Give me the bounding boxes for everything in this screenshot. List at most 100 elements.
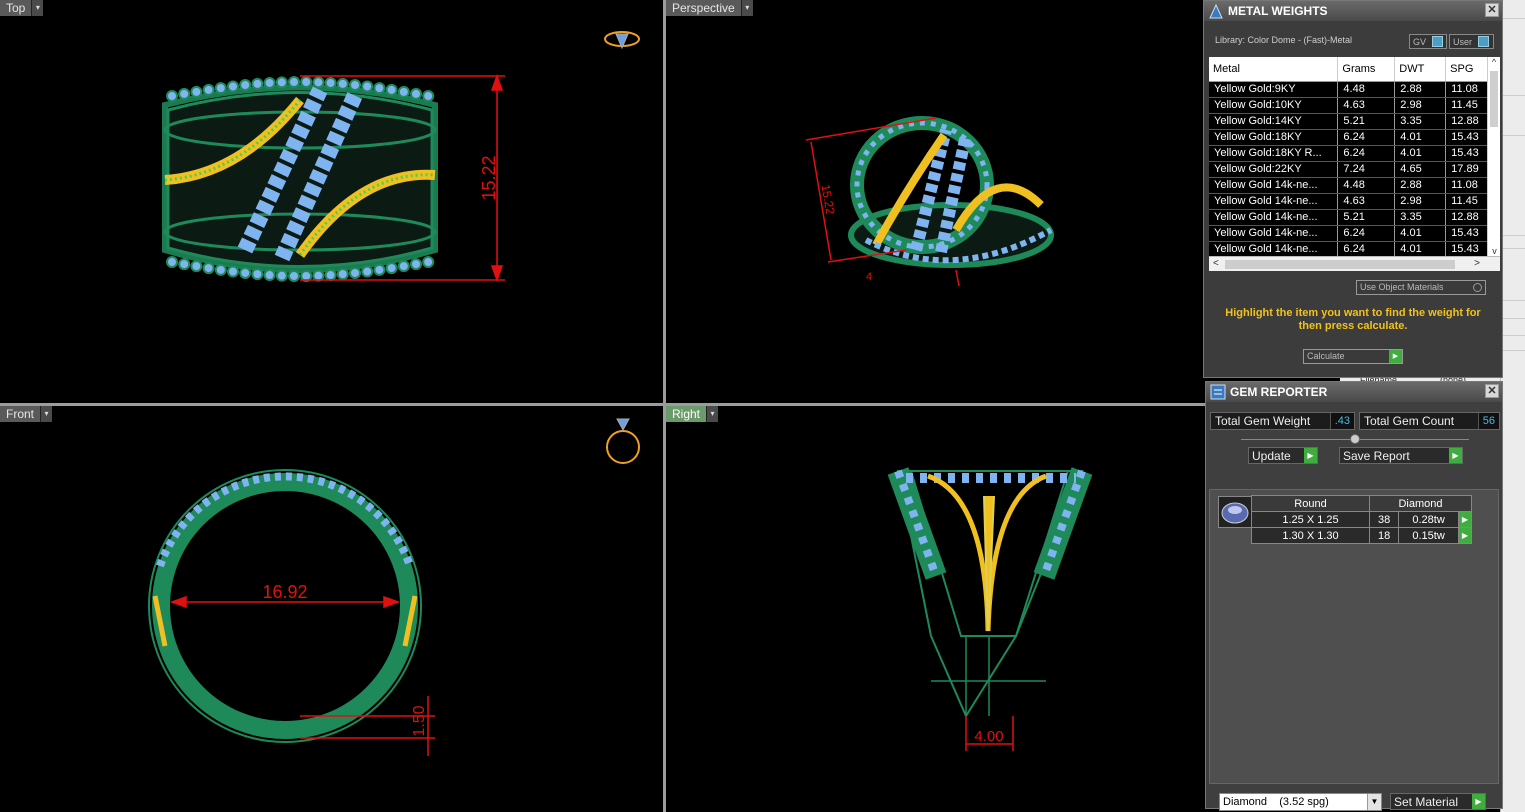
gem-size-cell: 1.30 X 1.30 <box>1251 527 1370 544</box>
gem-list-area[interactable]: Round Diamond 1.25 X 1.25 38 0.28tw ▶ 1.30 X… <box>1209 489 1499 784</box>
viewport-top-title[interactable]: Top <box>0 0 32 16</box>
gem-bead <box>361 80 374 93</box>
metal-name-cell: Yellow Gold 14k-ne... <box>1209 193 1339 210</box>
grams-cell: 5.21 <box>1337 113 1396 130</box>
table-row[interactable]: Yellow Gold:10KY 4.63 2.98 11.45 <box>1209 97 1487 114</box>
gem-count-cell: 18 <box>1368 527 1400 544</box>
table-row[interactable]: Yellow Gold:9KY 4.48 2.88 11.08 <box>1209 81 1487 98</box>
grams-cell: 4.63 <box>1337 193 1396 210</box>
gem-bead <box>251 268 264 281</box>
viewport-perspective-title[interactable]: Perspective <box>666 0 741 16</box>
checkbox-icon[interactable] <box>1473 283 1482 292</box>
user-toggle[interactable]: User <box>1449 34 1494 49</box>
perspective-dimension-label: 15.22 <box>818 183 837 215</box>
viewport-horizontal-splitter[interactable] <box>0 403 1205 406</box>
dwt-cell: 4.01 <box>1394 241 1447 256</box>
table-row[interactable]: Yellow Gold 14k-ne... 6.24 4.01 15.43 <box>1209 241 1487 256</box>
gem-bead <box>312 269 325 282</box>
gv-toggle[interactable]: GV <box>1409 34 1447 49</box>
metal-weights-table[interactable]: Metal Grams DWT SPG Yellow Gold:9KY 4.48 2… <box>1209 57 1487 256</box>
app-window: 15.22 Top ▾ 15.22 4 Perspective ▾ 16.92 … <box>0 0 1525 812</box>
table-row[interactable]: Yellow Gold 14k-ne... 6.24 4.01 15.43 <box>1209 225 1487 242</box>
viewport-right-label[interactable]: Right ▾ <box>666 406 719 422</box>
gem-reporter-titlebar[interactable]: GEM REPORTER ✕ <box>1206 382 1502 402</box>
metal-table-vertical-scrollbar[interactable]: ^ v <box>1487 57 1500 256</box>
set-material-button[interactable]: Set Material ▶ <box>1390 793 1486 810</box>
scroll-right-arrow[interactable]: > <box>1474 258 1480 269</box>
scrollbar-thumb[interactable] <box>1225 260 1455 269</box>
column-header-grams[interactable]: Grams <box>1337 57 1396 82</box>
calculate-button[interactable]: Calculate ▶ <box>1303 349 1403 364</box>
table-row[interactable]: Yellow Gold:14KY 5.21 3.35 12.88 <box>1209 113 1487 130</box>
scroll-down-arrow[interactable]: v <box>1488 246 1501 256</box>
column-header-metal[interactable]: Metal <box>1209 57 1339 82</box>
viewport-right[interactable]: 4.00 Right ▾ <box>666 406 1205 812</box>
play-icon[interactable]: ▶ <box>1458 511 1472 528</box>
total-gem-count-label: Total Gem Count <box>1364 414 1455 428</box>
scroll-up-arrow[interactable]: ^ <box>1488 57 1500 67</box>
table-row[interactable]: 1.25 X 1.25 38 0.28tw ▶ <box>1251 511 1472 528</box>
column-header-spg[interactable]: SPG <box>1445 57 1487 82</box>
save-report-button[interactable]: Save Report ▶ <box>1339 447 1463 464</box>
gem-bead <box>227 265 239 278</box>
gem-bead <box>263 269 276 282</box>
column-header-dwt[interactable]: DWT <box>1394 57 1447 82</box>
gem-reporter-panel: GEM REPORTER ✕ Total Gem Weight .43 Tota… <box>1205 381 1503 811</box>
perspective-view-ring-drawing: 15.22 4 <box>805 116 1054 287</box>
table-row[interactable]: Yellow Gold 14k-ne... 4.48 2.88 11.08 <box>1209 177 1487 194</box>
top-dimension-label: 15.22 <box>479 155 499 200</box>
calculate-button-label: Calculate <box>1307 351 1345 361</box>
top-view-ring-drawing: 15.22 <box>162 31 640 283</box>
gem-reporter-title: GEM REPORTER <box>1230 385 1328 399</box>
viewport-top-label[interactable]: Top ▾ <box>0 0 44 16</box>
gem-bead <box>166 90 178 102</box>
gem-bead <box>178 258 191 271</box>
front-thickness-label: 1.50 <box>411 705 428 736</box>
table-row[interactable]: Yellow Gold:22KY 7.24 4.65 17.89 <box>1209 161 1487 178</box>
chevron-down-icon[interactable]: ▾ <box>40 406 53 422</box>
gem-bead <box>349 266 361 279</box>
gem-bead <box>275 269 288 282</box>
viewport-vertical-splitter[interactable] <box>663 0 666 812</box>
play-icon[interactable]: ▶ <box>1458 527 1472 544</box>
grams-cell: 5.21 <box>1337 209 1396 226</box>
spg-cell: 12.88 <box>1445 209 1487 226</box>
round-diamond-icon[interactable] <box>1218 496 1252 528</box>
metal-name-cell: Yellow Gold:22KY <box>1209 161 1339 178</box>
chevron-down-icon[interactable]: ▾ <box>740 0 753 16</box>
gem-bead <box>288 269 300 282</box>
right-width-label: 4.00 <box>974 728 1003 745</box>
viewport-right-title[interactable]: Right <box>666 406 707 422</box>
viewport-perspective-label[interactable]: Perspective ▾ <box>666 0 753 16</box>
gem-reporter-body: Total Gem Weight .43 Total Gem Count 56 … <box>1206 402 1502 811</box>
metal-table-horizontal-scrollbar[interactable]: < > <box>1209 256 1500 271</box>
chevron-down-icon[interactable]: ▼ <box>1367 794 1381 810</box>
viewport-perspective[interactable]: 15.22 4 Perspective ▾ <box>666 0 1205 403</box>
viewport-front-title[interactable]: Front <box>0 406 41 422</box>
table-row[interactable]: Yellow Gold 14k-ne... 5.21 3.35 12.88 <box>1209 209 1487 226</box>
close-icon[interactable]: ✕ <box>1485 384 1499 398</box>
table-row[interactable]: Yellow Gold:18KY R... 6.24 4.01 15.43 <box>1209 145 1487 162</box>
table-row[interactable]: Yellow Gold:18KY 6.24 4.01 15.43 <box>1209 129 1487 146</box>
scrollbar-thumb[interactable] <box>1490 71 1498 127</box>
front-diameter-label: 16.92 <box>262 582 307 602</box>
metal-weights-panel: METAL WEIGHTS ✕ Library: Color Dome - (F… <box>1203 0 1503 378</box>
gem-bead <box>214 263 227 276</box>
use-object-materials-checkbox[interactable]: Use Object Materials <box>1356 280 1486 295</box>
table-row[interactable]: Yellow Gold 14k-ne... 4.63 2.98 11.45 <box>1209 193 1487 210</box>
close-icon[interactable]: ✕ <box>1485 3 1499 17</box>
gem-weight-cell: 0.15tw <box>1398 527 1459 544</box>
material-select[interactable]: Diamond (3.52 spg) ▼ <box>1219 793 1382 811</box>
table-row[interactable]: 1.30 X 1.30 18 0.15tw ▶ <box>1251 527 1472 544</box>
viewport-top[interactable]: 15.22 Top ▾ <box>0 0 663 403</box>
splitter-knob-icon[interactable] <box>1350 434 1360 444</box>
chevron-down-icon[interactable]: ▾ <box>31 0 44 16</box>
viewport-front-label[interactable]: Front ▾ <box>0 406 53 422</box>
update-button[interactable]: Update ▶ <box>1248 447 1318 464</box>
chevron-down-icon[interactable]: ▾ <box>706 406 719 422</box>
gem-bead <box>214 82 227 95</box>
user-toggle-label: User <box>1453 36 1473 47</box>
scroll-left-arrow[interactable]: < <box>1213 258 1219 269</box>
metal-weights-titlebar[interactable]: METAL WEIGHTS ✕ <box>1204 1 1502 21</box>
viewport-front[interactable]: 16.92 1.50 Front ▾ <box>0 406 663 812</box>
